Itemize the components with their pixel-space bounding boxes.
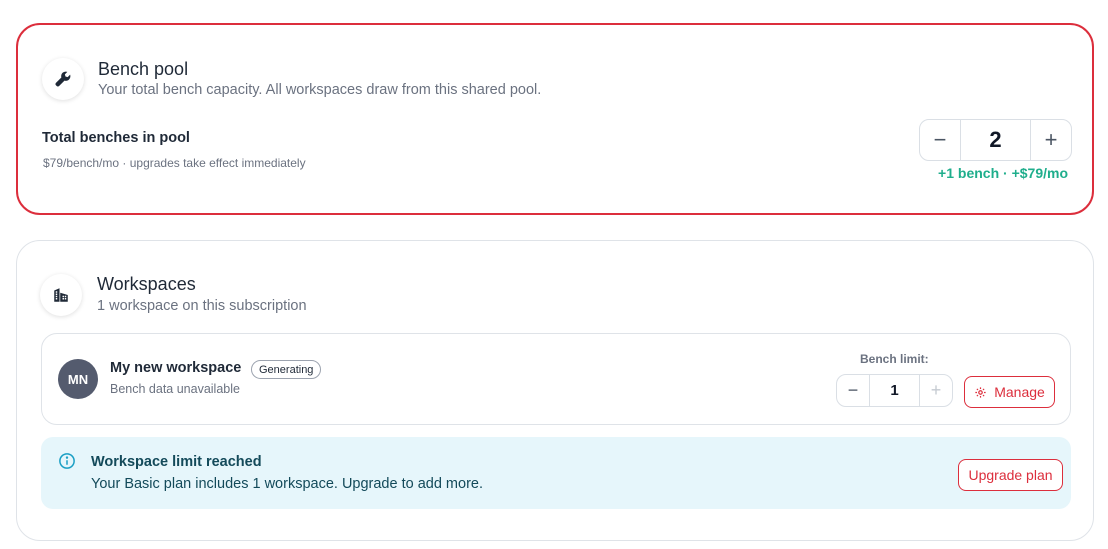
workspace-limit-alert: Workspace limit reached Your Basic plan …: [41, 437, 1071, 509]
manage-button-label: Manage: [994, 384, 1045, 400]
workspace-name: My new workspace: [110, 360, 242, 376]
workspace-avatar: MN: [58, 359, 98, 399]
workspace-meta: Bench data unavailable: [110, 382, 240, 396]
bench-pool-decrement-button[interactable]: −: [920, 120, 960, 160]
bench-pool-title: Bench pool: [98, 59, 189, 79]
bench-limit-increment-button[interactable]: +: [920, 375, 952, 406]
upgrade-plan-button[interactable]: Upgrade plan: [958, 459, 1063, 491]
bench-pool-subtitle: Your total bench capacity. All workspace…: [98, 82, 542, 98]
gear-icon: [975, 386, 986, 398]
bench-limit-value[interactable]: 1: [869, 375, 920, 406]
alert-text: Your Basic plan includes 1 workspace. Up…: [91, 476, 483, 492]
workspaces-card: Workspaces 1 workspace on this subscript…: [16, 240, 1094, 541]
workspace-status-badge: Generating: [251, 360, 322, 379]
bench-pool-icon-wrap: [42, 58, 84, 100]
info-icon: [59, 453, 75, 469]
bench-price-note: $79/bench/mo · upgrades take effect imme…: [43, 156, 306, 170]
manage-button[interactable]: Manage: [964, 376, 1055, 408]
bench-pool-delta: +1 bench · +$79/mo: [938, 165, 1068, 181]
alert-title: Workspace limit reached: [91, 454, 262, 470]
bench-limit-stepper: − 1 +: [836, 374, 953, 407]
total-benches-label: Total benches in pool: [42, 130, 190, 146]
bench-limit-decrement-button[interactable]: −: [837, 375, 869, 406]
workspaces-subtitle: 1 workspace on this subscription: [97, 298, 307, 314]
bench-pool-stepper: − 2 +: [919, 119, 1072, 161]
bench-limit-label: Bench limit:: [860, 352, 929, 366]
bench-pool-card: Bench pool Your total bench capacity. Al…: [16, 23, 1094, 215]
building-icon: [54, 288, 68, 302]
bench-pool-increment-button[interactable]: +: [1031, 120, 1071, 160]
workspaces-icon-wrap: [40, 274, 82, 316]
bench-pool-value[interactable]: 2: [960, 120, 1031, 160]
wrench-icon: [55, 71, 71, 87]
workspace-row: MN My new workspace Generating Bench dat…: [41, 333, 1071, 425]
workspaces-title: Workspaces: [97, 274, 196, 294]
